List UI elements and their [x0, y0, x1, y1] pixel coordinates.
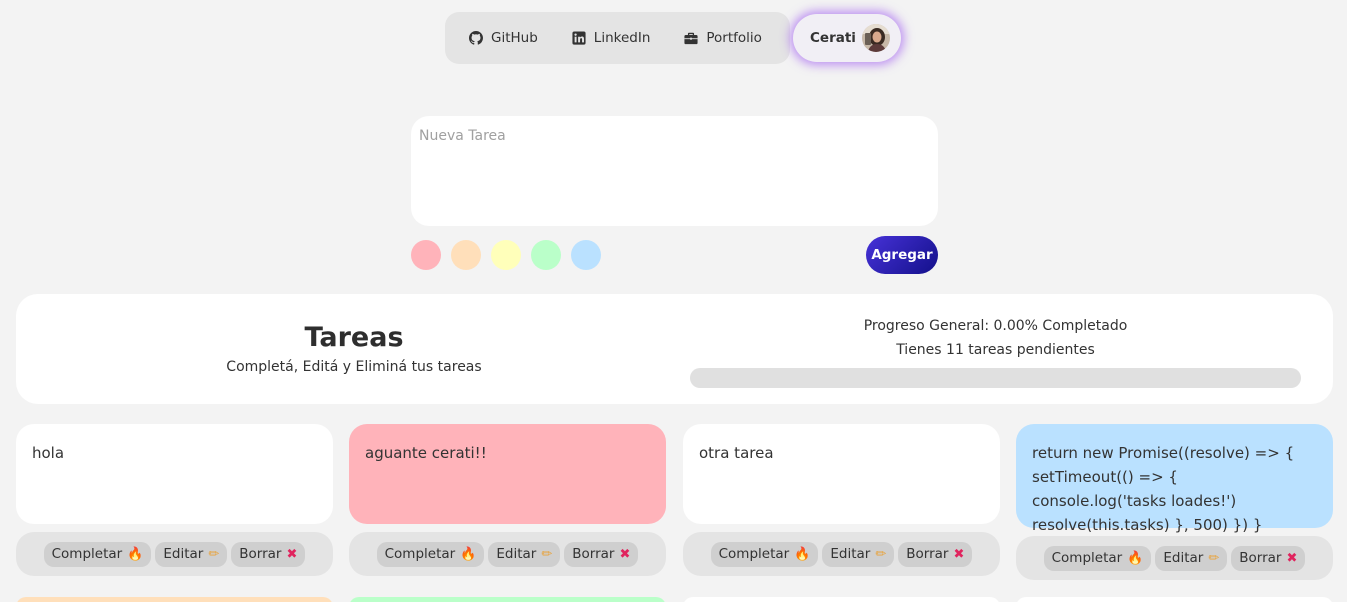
color-swatch-pink[interactable]: [411, 240, 441, 270]
task-card: return new Promise((resolve) => { setTim…: [1016, 424, 1333, 534]
profile-name: Cerati: [810, 30, 856, 46]
task-card: otra tarea: [683, 424, 1000, 524]
cross-icon: ✖: [1286, 550, 1298, 566]
color-picker: [411, 240, 611, 270]
cross-icon: ✖: [619, 546, 631, 562]
page-subtitle: Completá, Editá y Eliminá tus tareas: [226, 359, 482, 375]
task-card-partial: [683, 597, 1000, 602]
nav-link-portfolio[interactable]: Portfolio: [684, 30, 762, 46]
cross-icon: ✖: [953, 546, 965, 562]
edit-button[interactable]: Editar ✏: [1155, 545, 1228, 571]
edit-button[interactable]: Editar ✏: [822, 541, 895, 567]
edit-button[interactable]: Editar ✏: [488, 541, 561, 567]
nav-link-portfolio-label: Portfolio: [706, 30, 762, 46]
pencil-icon: ✏: [1208, 550, 1220, 566]
progress-summary: Progreso General: 0.00% Completado Tiene…: [690, 314, 1301, 362]
task-card: aguante cerati!!: [349, 424, 666, 524]
task-text: aguante cerati!!: [365, 444, 487, 462]
complete-button[interactable]: Completar 🔥: [376, 541, 485, 567]
task-card-partial: [16, 597, 333, 602]
color-swatch-green[interactable]: [531, 240, 561, 270]
task-actions: Completar 🔥 Editar ✏ Borrar ✖: [16, 532, 333, 576]
fire-icon: 🔥: [1127, 550, 1144, 566]
add-task-button[interactable]: Agregar: [866, 236, 938, 274]
nav-link-github[interactable]: GitHub: [469, 30, 538, 46]
task-text: otra tarea: [699, 444, 774, 462]
cross-icon: ✖: [286, 546, 298, 562]
task-card: hola: [16, 424, 333, 524]
edit-button[interactable]: Editar ✏: [155, 541, 228, 567]
pencil-icon: ✏: [541, 546, 553, 562]
task-actions: Completar 🔥 Editar ✏ Borrar ✖: [683, 532, 1000, 576]
delete-button[interactable]: Borrar ✖: [564, 541, 639, 567]
profile-button[interactable]: Cerati: [793, 14, 901, 62]
task-card-partial: [1016, 597, 1333, 602]
summary-panel: Tareas Completá, Editá y Eliminá tus tar…: [16, 294, 1333, 404]
color-swatch-blue[interactable]: [571, 240, 601, 270]
complete-button[interactable]: Completar 🔥: [710, 541, 819, 567]
nav-link-linkedin[interactable]: LinkedIn: [572, 30, 651, 46]
avatar: [861, 24, 890, 52]
task-text: hola: [32, 444, 65, 462]
linkedin-icon: [572, 31, 586, 45]
page-title: Tareas: [304, 322, 404, 353]
top-nav: GitHub LinkedIn Portfolio: [445, 12, 790, 64]
color-swatch-yellow[interactable]: [491, 240, 521, 270]
github-icon: [469, 31, 483, 45]
progress-label: Progreso General: 0.00% Completado: [863, 318, 1128, 334]
task-actions: Completar 🔥 Editar ✏ Borrar ✖: [349, 532, 666, 576]
complete-button[interactable]: Completar 🔥: [43, 541, 152, 567]
color-swatch-peach[interactable]: [451, 240, 481, 270]
fire-icon: 🔥: [127, 546, 144, 562]
task-actions: Completar 🔥 Editar ✏ Borrar ✖: [1016, 536, 1333, 580]
briefcase-icon: [684, 32, 698, 45]
nav-link-linkedin-label: LinkedIn: [593, 30, 651, 46]
task-text: return new Promise((resolve) => { setTim…: [1032, 444, 1295, 534]
delete-button[interactable]: Borrar ✖: [1231, 545, 1306, 571]
delete-button[interactable]: Borrar ✖: [231, 541, 306, 567]
complete-button[interactable]: Completar 🔥: [1043, 545, 1152, 571]
delete-button[interactable]: Borrar ✖: [898, 541, 973, 567]
new-task-input[interactable]: [411, 116, 938, 226]
pending-count: Tienes 11 tareas pendientes: [896, 342, 1095, 358]
pencil-icon: ✏: [208, 546, 220, 562]
fire-icon: 🔥: [794, 546, 811, 562]
fire-icon: 🔥: [460, 546, 477, 562]
progress-bar: [690, 368, 1301, 388]
pencil-icon: ✏: [875, 546, 887, 562]
task-card-partial: [349, 597, 666, 602]
nav-link-github-label: GitHub: [491, 30, 538, 46]
